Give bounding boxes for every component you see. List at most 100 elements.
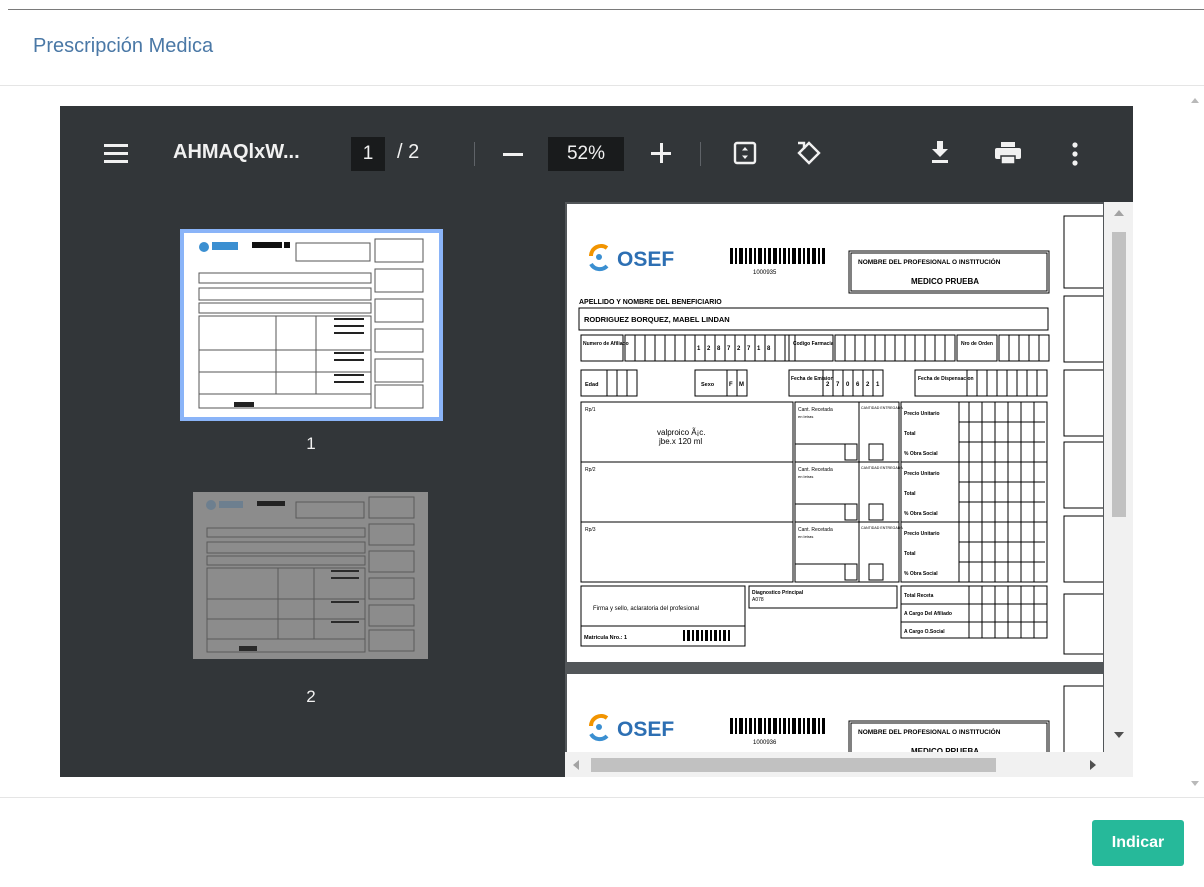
doc-qty-sub: en letras [798,474,813,479]
doc-qty-delivered-label: CANTIDAD ENTREGADA [861,406,903,410]
svg-text:1: 1 [757,346,761,352]
doc-professional-header: NOMBRE DEL PROFESIONAL O INSTITUCIÓN [858,257,1001,266]
doc-qty-delivered-label: CANTIDAD ENTREGADA [861,466,903,470]
doc-affiliate-digits: 1 2 8 7 2 7 1 8 [697,346,771,352]
registration-barcode-icon [683,630,730,641]
fit-page-icon[interactable] [733,141,757,165]
doc-signature-label: Firma y sello, aclaratoria del profesion… [593,606,699,612]
modal-title: Prescripción Medica [33,35,214,57]
doc-age-label: Edad [585,382,598,388]
page-thumbnail-2[interactable] [193,492,428,659]
doc-social-pct-label: % Obra Social [904,571,938,577]
svg-text:8: 8 [717,346,721,352]
page-total: / 2 [397,141,420,163]
doc-sex-label: Sexo [701,382,715,388]
doc-dispense-date-label: Fecha de Dispensacion [918,376,974,382]
pdf-page-2: OSEF 1000936 NOMBRE DEL PROFESIONAL O IN… [567,674,1105,764]
doc-barcode-number: 1000935 [753,270,777,276]
scroll-down-arrow-icon[interactable] [1114,732,1124,738]
doc-beneficiary-name: RODRIGUEZ BORQUEZ, MABEL LINDAN [584,315,730,324]
svg-text:8: 8 [767,346,771,352]
svg-text:2: 2 [866,382,870,388]
doc-medication-line2: jbe.x 120 ml [658,437,702,446]
doc-pharmacy-label: Codigo Farmacia [793,341,834,347]
page-number-input[interactable]: 1 [351,137,385,171]
doc-rx-label-1: Rp/1 [585,407,596,413]
doc-receipt-total-label: Total Receta [904,593,934,599]
barcode-icon [730,248,825,264]
horizontal-scroll-thumb[interactable] [591,758,996,772]
scroll-right-arrow-icon[interactable] [1090,760,1096,770]
scroll-down-arrow-icon[interactable] [1191,781,1199,786]
doc-logo-text: OSEF [617,248,674,271]
thumbnail-label: 1 [306,434,316,453]
osef-logo-icon: OSEF [589,244,674,272]
prescription-form: OSEF 1000935 NOMBRE DEL PROFESIONAL O IN… [578,215,1105,655]
footer-divider [0,797,1204,798]
svg-text:1: 1 [697,346,701,352]
doc-order-label: Nro de Orden [961,341,993,347]
doc-total-label: Total [904,491,916,497]
download-icon[interactable] [929,140,951,164]
page-thumbnail-1[interactable] [180,229,443,421]
scroll-up-arrow-icon[interactable] [1114,210,1124,216]
thumbnail-label: 2 [306,687,316,706]
pdf-page-area[interactable]: OSEF 1000935 NOMBRE DEL PROFESIONAL O IN… [565,202,1133,777]
doc-rx-label-2: Rp/2 [585,467,596,473]
doc-total-label: Total [904,551,916,557]
svg-text:7: 7 [727,346,731,352]
doc-registration-label: Matricula Nro.: 1 [584,635,627,641]
menu-icon[interactable] [104,144,128,164]
doc-social-pct-label: % Obra Social [904,451,938,457]
doc-diagnosis-code: A078 [752,597,764,603]
svg-text:0: 0 [846,382,850,388]
rotate-icon[interactable] [795,139,823,167]
svg-text:7: 7 [747,346,751,352]
osef-logo-icon: OSEF [589,714,674,742]
zoom-input[interactable]: 52% [548,137,624,171]
svg-text:2: 2 [826,382,830,388]
document-horizontal-scrollbar[interactable] [565,752,1133,777]
page-thumbnail-image [193,492,428,659]
doc-social-pct-label: % Obra Social [904,511,938,517]
doc-total-label: Total [904,431,916,437]
svg-text:1: 1 [876,382,880,388]
zoom-out-icon[interactable] [503,153,523,156]
zoom-in-icon[interactable] [651,143,671,163]
pdf-page-1: OSEF 1000935 NOMBRE DEL PROFESIONAL O IN… [567,204,1105,662]
doc-affiliate-label: Numero de Afiliado [583,341,629,347]
svg-text:2: 2 [707,346,711,352]
doc-qty-label: Cant. Recetada [798,467,833,473]
scroll-left-arrow-icon[interactable] [573,760,579,770]
toolbar-divider [474,142,475,166]
doc-barcode-number: 1000936 [753,740,777,746]
prescription-form-page-2: OSEF 1000936 NOMBRE DEL PROFESIONAL O IN… [589,685,1105,764]
pdf-viewer: AHMAQlxW... 1 / 2 52% 1 2 OSEF 1000935 N… [60,106,1133,777]
doc-diagnosis-label: Diagnostico Principal [752,590,804,596]
page-thumbnail-image [184,233,439,417]
more-options-icon[interactable] [1071,142,1079,166]
modal-scrollbar[interactable] [1188,88,1204,794]
barcode-icon [730,718,825,734]
doc-unit-price-label: Precio Unitario [904,531,940,537]
header-divider [0,85,1204,86]
svg-text:7: 7 [836,382,840,388]
scroll-up-arrow-icon[interactable] [1191,98,1199,103]
print-icon[interactable] [994,141,1022,165]
indicar-button[interactable]: Indicar [1092,820,1184,866]
svg-text:OSEF: OSEF [617,718,674,741]
document-vertical-scrollbar[interactable] [1104,202,1133,752]
modal-top-border [8,9,1204,10]
doc-social-charge-label: A Cargo O.Social [904,629,945,635]
doc-qty-delivered-label: CANTIDAD ENTREGADA [861,526,903,530]
doc-qty-label: Cant. Recetada [798,407,833,413]
svg-text:2: 2 [737,346,741,352]
doc-professional-name: MEDICO PRUEBA [911,277,979,286]
doc-professional-header: NOMBRE DEL PROFESIONAL O INSTITUCIÓN [858,727,1001,736]
doc-unit-price-label: Precio Unitario [904,411,940,417]
toolbar-divider [700,142,701,166]
doc-rx-label-3: Rp/3 [585,527,596,533]
vertical-scroll-thumb[interactable] [1112,232,1126,517]
doc-sex-m: M [739,382,744,388]
thumbnail-sidebar: 1 2 [60,202,565,777]
